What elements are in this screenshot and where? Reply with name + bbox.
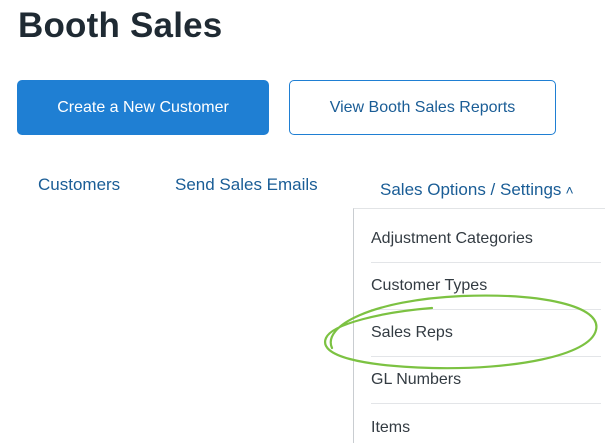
menu-item-adjustment-categories[interactable]: Adjustment Categories	[371, 216, 601, 263]
chevron-up-icon: ˄	[565, 182, 574, 198]
nav-customers[interactable]: Customers	[38, 175, 120, 195]
menu-item-sales-reps[interactable]: Sales Reps	[371, 310, 601, 357]
menu-item-gl-numbers[interactable]: GL Numbers	[371, 357, 601, 404]
booth-sales-page: Booth Sales Create a New Customer View B…	[0, 0, 605, 443]
nav-sales-options-settings[interactable]: Sales Options / Settings ˄	[380, 180, 574, 200]
menu-item-customer-types[interactable]: Customer Types	[371, 263, 601, 310]
nav-send-sales-emails[interactable]: Send Sales Emails	[175, 175, 318, 195]
menu-item-items[interactable]: Items	[371, 404, 601, 443]
view-reports-button[interactable]: View Booth Sales Reports	[289, 80, 556, 135]
nav-settings-label: Sales Options / Settings	[380, 180, 562, 199]
settings-dropdown-menu: Adjustment Categories Customer Types Sal…	[353, 208, 605, 443]
page-title: Booth Sales	[18, 6, 223, 45]
create-customer-button[interactable]: Create a New Customer	[17, 80, 269, 135]
